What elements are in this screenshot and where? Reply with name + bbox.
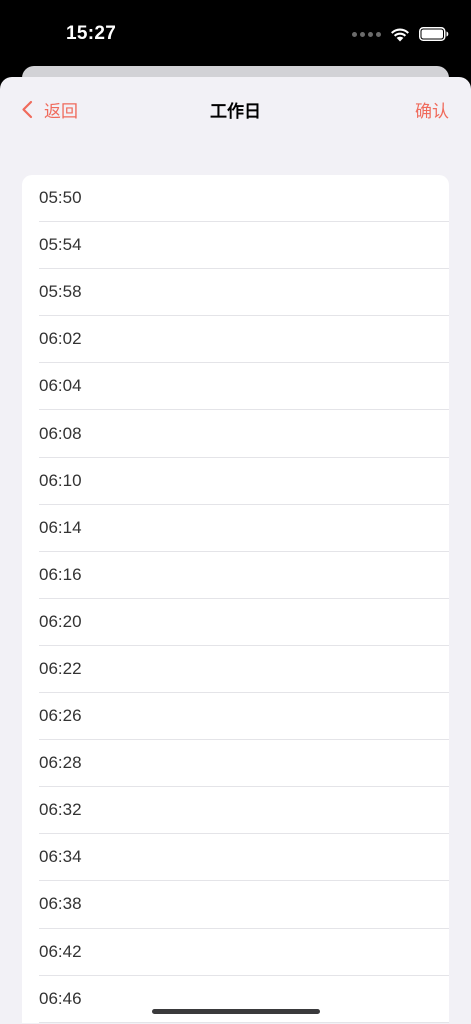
time-label: 06:28 — [39, 753, 82, 773]
list-item[interactable]: 05:54 — [39, 222, 449, 270]
time-label: 05:50 — [39, 188, 82, 208]
list-item[interactable]: 06:46 — [39, 976, 449, 1023]
time-label: 06:46 — [39, 988, 82, 1008]
list-item[interactable]: 06:34 — [39, 834, 449, 882]
time-label: 06:20 — [39, 611, 82, 631]
list-item[interactable]: 06:28 — [39, 740, 449, 788]
time-label: 06:32 — [39, 800, 82, 820]
status-bar: 15:27 — [0, 0, 471, 68]
list-item[interactable]: 06:20 — [39, 599, 449, 646]
time-label: 05:54 — [39, 235, 82, 255]
status-icons — [352, 24, 449, 44]
time-label: 06:42 — [39, 941, 82, 961]
list-item[interactable]: 05:58 — [39, 269, 449, 317]
time-label: 05:58 — [39, 282, 82, 302]
time-label: 06:38 — [39, 894, 82, 914]
list-item[interactable]: 06:10 — [39, 458, 449, 505]
list-item[interactable]: 06:14 — [39, 505, 449, 552]
confirm-button[interactable]: 确认 — [415, 97, 449, 122]
time-list: 05:50 05:54 05:58 06:02 06:04 06:08 06:1… — [22, 175, 449, 1023]
list-item[interactable]: 06:42 — [39, 929, 449, 976]
time-label: 06:16 — [39, 564, 82, 584]
time-label: 06:26 — [39, 706, 82, 726]
page-title: 工作日 — [210, 102, 261, 121]
wifi-icon — [391, 28, 409, 41]
list-item[interactable]: 06:16 — [39, 552, 449, 599]
time-label: 06:02 — [39, 329, 82, 349]
list-item[interactable]: 06:02 — [39, 316, 449, 364]
time-label: 06:10 — [39, 470, 82, 490]
time-label: 06:34 — [39, 847, 82, 867]
battery-icon — [419, 27, 449, 41]
time-label: 06:04 — [39, 376, 82, 396]
list-item[interactable]: 06:26 — [39, 693, 449, 741]
time-label: 06:22 — [39, 658, 82, 678]
status-time: 15:27 — [66, 23, 117, 44]
list-item[interactable]: 06:38 — [39, 881, 449, 929]
time-label: 06:14 — [39, 517, 82, 537]
list-item[interactable]: 06:08 — [39, 410, 449, 458]
modal-sheet: 返回 工作日 确认 05:50 05:54 05:58 06:02 06:04 … — [0, 77, 471, 1024]
time-label: 06:08 — [39, 423, 82, 443]
home-indicator[interactable] — [152, 1009, 320, 1014]
list-item[interactable]: 05:50 — [39, 175, 449, 223]
list-item[interactable]: 06:22 — [39, 646, 449, 694]
list-item[interactable]: 06:32 — [39, 787, 449, 835]
cellular-signal-icon — [352, 31, 381, 37]
list-item[interactable]: 06:04 — [39, 363, 449, 411]
